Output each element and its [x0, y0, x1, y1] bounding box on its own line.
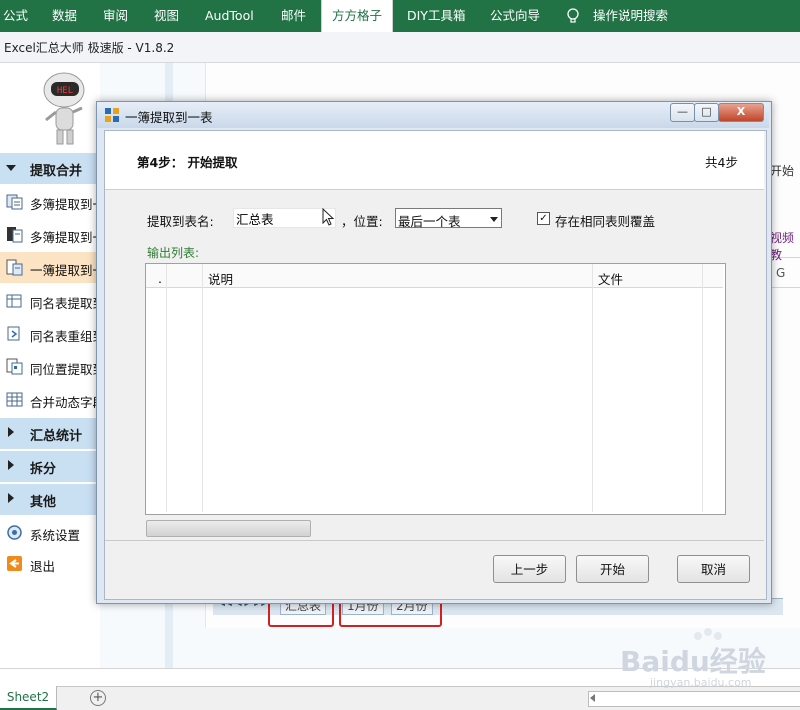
output-list-label: 输出列表:	[147, 246, 200, 260]
chevron-right-icon	[8, 493, 14, 503]
previous-step-button[interactable]: 上一步	[493, 555, 566, 583]
sidebar-item-merge-dynamic[interactable]: 合并动态字段	[0, 384, 97, 415]
grid-column-divider	[166, 264, 167, 512]
section-label: 拆分	[30, 462, 57, 477]
step-total: 共4步	[705, 155, 738, 170]
sidebar-item-label: 多簿提取到一	[30, 230, 97, 245]
table-merge-icon	[6, 392, 23, 407]
dialog-title: 一簿提取到一表	[125, 110, 213, 125]
tab-formulas[interactable]: 公式	[3, 0, 28, 32]
sidebar-item-multi-workbook-2[interactable]: 多簿提取到一	[0, 219, 97, 250]
watermark-url: jingyan.baidu.com	[650, 676, 752, 689]
sidebar-item-label: 合并动态字段	[30, 395, 97, 410]
single-workbook-icon	[6, 259, 23, 276]
sidebar-item-label: 同位置提取到	[30, 362, 97, 377]
section-extract-merge[interactable]: 提取合并	[0, 153, 97, 184]
tab-formula-wizard[interactable]: 公式向导	[490, 0, 540, 32]
column-header-g: G	[776, 266, 786, 280]
overwrite-checkbox[interactable]: ✓	[537, 212, 550, 225]
sidebar-item-label: 系统设置	[30, 528, 81, 543]
grid-column-divider	[592, 264, 593, 512]
background-video-link[interactable]: 视频教	[770, 229, 800, 263]
sidebar-item-single-workbook[interactable]: 一簿提取到一	[0, 252, 97, 283]
same-name-sheet-icon	[6, 294, 22, 308]
sidebar-item-multi-workbook-1[interactable]: 多簿提取到一	[0, 186, 97, 217]
chevron-right-icon	[8, 427, 14, 437]
chevron-down-icon	[6, 165, 16, 171]
background-start-button[interactable]: 开始	[770, 162, 794, 179]
step-title: 第4步： 开始提取	[137, 155, 238, 170]
grid-header-index: .	[158, 271, 162, 286]
button-separator	[105, 540, 764, 541]
scroll-left-icon[interactable]	[590, 694, 595, 702]
target-sheet-input[interactable]	[233, 208, 336, 228]
tab-view[interactable]: 视图	[154, 0, 179, 32]
sidebar-item-label: 同名表提取到	[30, 296, 97, 311]
mouse-cursor-icon	[322, 208, 335, 226]
sidebar-item-label: 多簿提取到一	[30, 197, 97, 212]
tab-data[interactable]: 数据	[52, 0, 77, 32]
chevron-right-icon	[8, 460, 14, 470]
section-label: 提取合并	[30, 164, 83, 179]
sidebar-item-settings[interactable]: 系统设置	[0, 517, 97, 548]
watermark-text: Baidu经验	[620, 645, 766, 678]
section-summary-stats[interactable]: 汇总统计	[0, 418, 97, 449]
close-button[interactable]: X	[718, 103, 764, 122]
robot-mascot-icon: HEL	[43, 72, 85, 145]
section-label: 汇总统计	[30, 429, 83, 444]
cancel-button[interactable]: 取消	[677, 555, 750, 583]
tab-diy-toolbox[interactable]: DIY工具箱	[407, 0, 465, 32]
overwrite-label: 存在相同表则覆盖	[555, 214, 656, 229]
lightbulb-icon	[567, 8, 579, 23]
multi-workbook-icon	[6, 194, 23, 210]
grid-column-divider	[702, 264, 703, 512]
sidebar-item-same-name-regroup[interactable]: 同名表重组到	[0, 318, 97, 349]
tab-mail[interactable]: 邮件	[281, 0, 306, 32]
chevron-down-icon	[490, 217, 498, 222]
settings-icon	[7, 525, 22, 540]
position-label: ，位置:	[341, 214, 383, 229]
addin-title: Excel汇总大师 极速版 - V1.8.2	[4, 41, 175, 55]
grid-column-divider	[202, 264, 203, 512]
target-sheet-label: 提取到表名:	[147, 214, 214, 229]
tab-review[interactable]: 审阅	[103, 0, 128, 32]
section-other[interactable]: 其他	[0, 484, 97, 515]
section-split[interactable]: 拆分	[0, 451, 97, 482]
sidebar-item-label: 同名表重组到	[30, 329, 97, 344]
sidebar-item-same-position[interactable]: 同位置提取到	[0, 351, 97, 382]
same-position-icon	[6, 358, 23, 375]
output-list-grid[interactable]	[145, 263, 726, 515]
tab-fangfanggezi[interactable]: 方方格子	[321, 0, 394, 32]
sheet-tab-sheet2[interactable]: Sheet2	[0, 686, 57, 710]
position-dropdown-value: 最后一个表	[398, 214, 461, 229]
sidebar-item-same-name-extract[interactable]: 同名表提取到	[0, 285, 97, 316]
sidebar-item-label: 一簿提取到一	[30, 263, 97, 278]
multi-workbook-sheet-icon	[7, 227, 23, 243]
grid-header-description[interactable]: 说明	[208, 269, 233, 288]
svg-text:HEL: HEL	[57, 86, 73, 96]
app-icon	[105, 108, 119, 122]
sidebar-item-exit[interactable]: 退出	[0, 548, 97, 579]
regroup-sheet-icon	[7, 326, 20, 341]
tab-audtool[interactable]: AudTool	[205, 0, 254, 32]
background-gridline	[770, 287, 800, 288]
tell-me-search[interactable]: 操作说明搜索	[593, 0, 668, 32]
maximize-button[interactable]: □	[694, 103, 719, 122]
start-button[interactable]: 开始	[576, 555, 649, 583]
section-label: 其他	[30, 495, 57, 510]
sidebar-item-label: 退出	[30, 559, 56, 574]
grid-horizontal-scrollbar[interactable]	[146, 520, 311, 537]
exit-icon	[7, 556, 22, 571]
minimize-button[interactable]: —	[670, 103, 695, 122]
add-sheet-icon[interactable]: +	[90, 690, 106, 706]
grid-header-file[interactable]: 文件	[598, 269, 623, 288]
